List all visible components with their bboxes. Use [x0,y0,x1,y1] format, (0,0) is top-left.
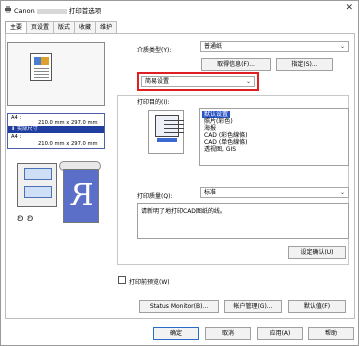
list-item[interactable]: CAD (单色線條) [202,139,250,146]
tab-maintenance[interactable]: 维护 [95,21,118,33]
list-item[interactable]: CAD (彩色線條) [202,132,250,139]
print-quality-select[interactable]: 标准 ⌄ [200,187,349,198]
thumbnail-line [34,68,49,69]
cancel-button[interactable]: 取消 [205,327,251,340]
scaling-mode-highlight: ⬇ 实际尺寸 [8,126,104,133]
printer-preferences-window: Canon 打印首选项 ✕ 主要 页设置 版式 收藏 维护 A4 : 210.0 … [0,0,359,346]
thumbnail-line [34,74,49,75]
close-icon[interactable]: ✕ [345,3,353,13]
source-size-label: A4 : [11,115,22,121]
illustration-line [164,128,184,129]
up-arrow-icon [24,168,52,180]
purpose-description: 请新明了地打印CAD图纸的线。 [137,203,349,239]
redacted-model-name [36,8,67,14]
tab-bar: 主要 页设置 版式 收藏 维护 [5,21,118,34]
thumbnail-image-orange [41,57,49,65]
print-purpose-label: 打印目的(I): [137,99,170,106]
thumbnail-line [34,71,49,72]
setting-mode-value: 简易设置 [145,78,170,85]
tab-layout[interactable]: 版式 [53,21,76,33]
down-arrow-icon: ⬇ [11,126,16,132]
document-illustration [155,115,184,137]
preview-before-print-checkbox[interactable] [118,276,126,284]
list-item[interactable]: 海报 [202,125,218,132]
apply-button[interactable]: 应用(A) [257,327,303,340]
paper-path-frame [17,163,57,207]
list-item[interactable]: 照片(彩色) [202,118,235,125]
illustration-bar [157,138,177,142]
title-brand: Canon [14,7,35,15]
print-preview-area [7,42,105,106]
scaling-mode-label: 实际尺寸 [17,126,38,132]
window-title: Canon 打印首选项 [14,5,101,15]
printer-stand-icon: ʚ ʚ [17,213,34,224]
ok-button[interactable]: 确定 [153,327,199,340]
adjust-settings-button[interactable]: 设定确认(U) [288,246,346,259]
output-size-dims: 210.0 mm x 297.0 mm [38,141,98,147]
help-button[interactable]: 帮助 [308,327,354,340]
illustration-line [164,124,184,125]
media-type-select[interactable]: 普通纸 ⌄ [200,41,349,52]
chevron-down-icon: ⌄ [339,189,345,196]
account-management-button[interactable]: 帐户管理(G)... [224,300,282,313]
tab-favorites[interactable]: 收藏 [74,21,97,33]
list-item[interactable]: 默认设置 [202,111,231,118]
title-suffix: 打印首选项 [68,7,102,15]
get-info-button[interactable]: 取得信息(F)... [201,58,271,71]
media-type-value: 普通纸 [204,43,223,50]
illustration-line [164,132,184,133]
print-quality-value: 标准 [204,189,217,196]
down-arrow-icon [24,186,52,198]
illustration-line [164,120,184,121]
tab-page-setup[interactable]: 页设置 [26,21,55,33]
chevron-down-icon: ⌄ [245,78,251,85]
chevron-down-icon: ⌄ [339,43,345,50]
specify-button[interactable]: 指定(S)... [276,58,333,71]
media-type-label: 介质类型(Y): [137,47,172,54]
document-thumbnail [30,53,52,81]
print-quality-label: 打印质量(Q): [137,193,173,200]
roll-paper-preview: R ʚ ʚ [7,157,105,245]
print-purpose-list[interactable]: 默认设置 照片(彩色) 海报 CAD (彩色線條) CAD (单色線條) 透视图… [199,108,349,166]
printer-icon [5,6,11,13]
thumbnail-line [34,77,49,78]
list-item[interactable]: 透视图, GIS [202,146,238,153]
output-size-label: A4 : [11,134,22,140]
status-monitor-button[interactable]: Status Monitor(B)... [139,300,219,313]
defaults-button[interactable]: 默认值(F) [288,300,346,313]
paper-size-info: A4 : 210.0 mm x 297.0 mm ⬇ 实际尺寸 A4 : 210… [7,113,105,149]
mirrored-output-sheet: R [63,169,99,223]
mirrored-r-glyph: R [71,178,94,213]
preview-before-print-label: 打印前预览(W) [129,279,170,286]
title-bar: Canon 打印首选项 ✕ [1,1,358,17]
setting-mode-select[interactable]: 简易设置 ⌄ [141,76,255,87]
print-purpose-illustration [148,110,184,154]
